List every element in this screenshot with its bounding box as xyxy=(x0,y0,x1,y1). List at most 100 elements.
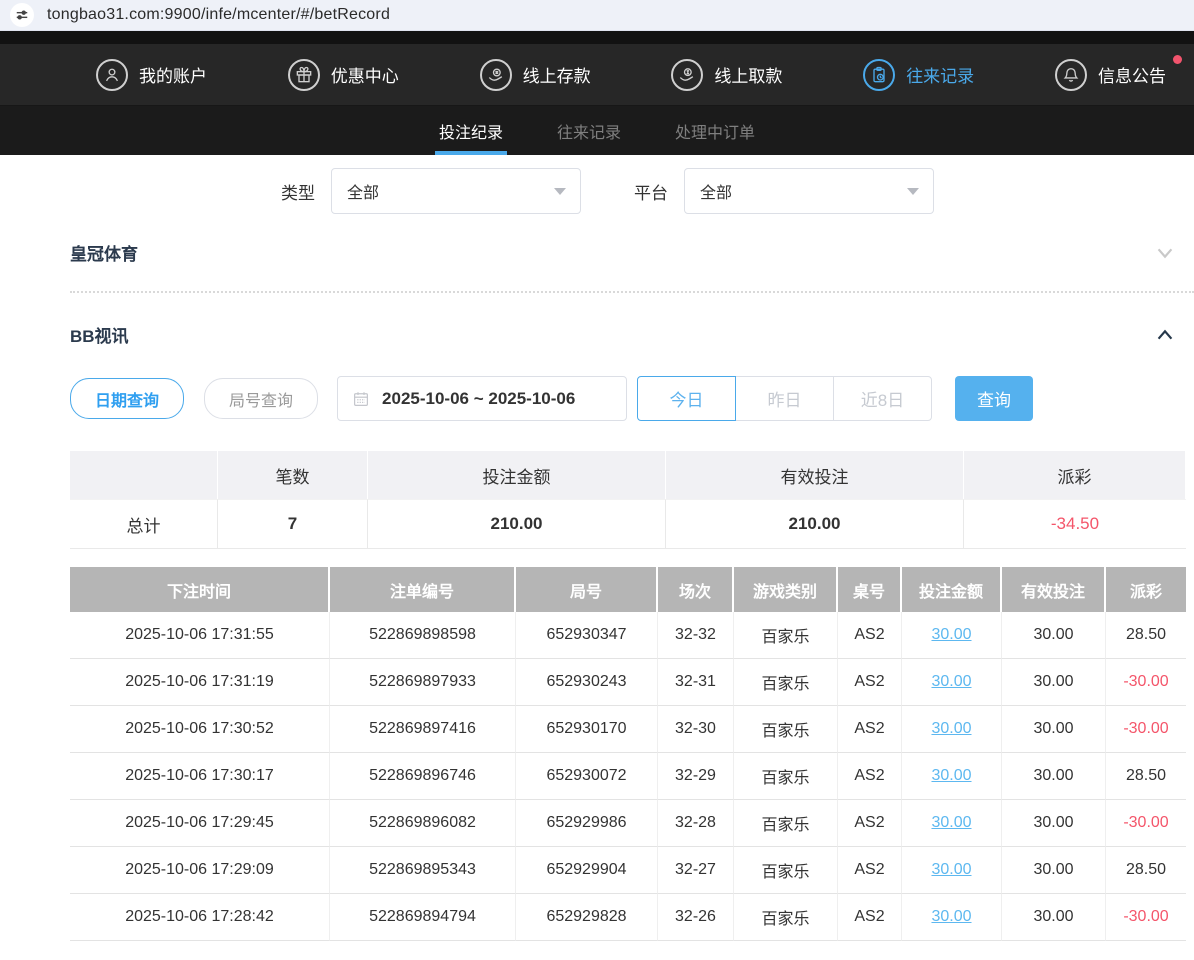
bet-amount-link[interactable]: 30.00 xyxy=(931,861,971,879)
payout-cell: -30.00 xyxy=(1106,659,1186,706)
bet-amount-cell[interactable]: 30.00 xyxy=(902,847,1002,894)
bet-id-cell: 522869897416 xyxy=(330,706,516,753)
header-session: 场次 xyxy=(658,567,734,612)
header-bet-time: 下注时间 xyxy=(70,567,330,612)
bet-amount-link[interactable]: 30.00 xyxy=(931,767,971,785)
bet-amount-link[interactable]: 30.00 xyxy=(931,908,971,926)
last-8-days-button[interactable]: 近8日 xyxy=(833,376,932,421)
table-no-cell: AS2 xyxy=(838,847,902,894)
bet-amount-link[interactable]: 30.00 xyxy=(931,626,971,644)
game-type-cell: 百家乐 xyxy=(734,612,838,659)
bet-time-cell: 2025-10-06 17:31:55 xyxy=(70,612,330,659)
browser-url-bar: tongbao31.com:9900/infe/mcenter/#/betRec… xyxy=(0,0,1194,31)
summary-count-value: 7 xyxy=(218,499,368,548)
nav-item-withdraw[interactable]: 线上取款 xyxy=(671,59,782,91)
session-cell: 32-32 xyxy=(658,612,734,659)
session-cell: 32-29 xyxy=(658,753,734,800)
session-cell: 32-30 xyxy=(658,706,734,753)
bet-amount-link[interactable]: 30.00 xyxy=(931,814,971,832)
yesterday-button[interactable]: 昨日 xyxy=(735,376,834,421)
record-tabs: 投注纪录 往来记录 处理中订单 xyxy=(0,106,1194,155)
table-row: 2025-10-06 17:30:17522869896746652930072… xyxy=(70,753,1186,800)
bet-id-cell: 522869896746 xyxy=(330,753,516,800)
nav-item-deposit[interactable]: 线上存款 xyxy=(480,59,591,91)
bet-amount-cell[interactable]: 30.00 xyxy=(902,659,1002,706)
platform-filter-label: 平台 xyxy=(634,179,668,204)
summary-valid-bet-value: 210.00 xyxy=(666,499,964,548)
session-cell: 32-27 xyxy=(658,847,734,894)
bet-id-cell: 522869894794 xyxy=(330,894,516,941)
bet-amount-cell[interactable]: 30.00 xyxy=(902,706,1002,753)
notification-badge-dot xyxy=(1173,55,1182,64)
tab-pending-orders[interactable]: 处理中订单 xyxy=(671,106,759,155)
bet-time-cell: 2025-10-06 17:29:09 xyxy=(70,847,330,894)
game-type-cell: 百家乐 xyxy=(734,847,838,894)
valid-bet-cell: 30.00 xyxy=(1002,612,1106,659)
game-type-cell: 百家乐 xyxy=(734,894,838,941)
bet-table-header: 下注时间 注单编号 局号 场次 游戏类别 桌号 投注金额 有效投注 派彩 xyxy=(70,567,1186,612)
bet-amount-cell[interactable]: 30.00 xyxy=(902,612,1002,659)
table-row: 2025-10-06 17:28:42522869894794652929828… xyxy=(70,894,1186,941)
bell-icon xyxy=(1055,59,1087,91)
date-range-input[interactable]: 2025-10-06 ~ 2025-10-06 xyxy=(337,376,627,421)
nav-item-my-account[interactable]: 我的账户 xyxy=(96,59,207,91)
bet-id-cell: 522869897933 xyxy=(330,659,516,706)
chevron-up-icon[interactable] xyxy=(1154,324,1176,346)
payout-cell: -30.00 xyxy=(1106,894,1186,941)
bet-time-cell: 2025-10-06 17:31:19 xyxy=(70,659,330,706)
header-bet-id: 注单编号 xyxy=(330,567,516,612)
tab-transaction-record[interactable]: 往来记录 xyxy=(553,106,625,155)
search-button[interactable]: 查询 xyxy=(955,376,1033,421)
summary-total-label: 总计 xyxy=(70,499,218,548)
withdraw-icon xyxy=(671,59,703,91)
nav-label: 线上取款 xyxy=(714,62,782,87)
table-no-cell: AS2 xyxy=(838,753,902,800)
summary-table: 笔数 投注金额 有效投注 派彩 总计 7 210.00 210.00 -34.5… xyxy=(70,451,1186,549)
type-select-value: 全部 xyxy=(347,179,379,203)
table-no-cell: AS2 xyxy=(838,706,902,753)
platform-select-value: 全部 xyxy=(700,179,732,203)
bet-amount-cell[interactable]: 30.00 xyxy=(902,753,1002,800)
game-type-cell: 百家乐 xyxy=(734,706,838,753)
bet-amount-link[interactable]: 30.00 xyxy=(931,673,971,691)
section-bb-live: BB视讯 xyxy=(70,322,1186,347)
main-navigation: 我的账户 优惠中心 线上存款 线上取款 往来记录 信息公告 xyxy=(0,44,1194,106)
tab-bet-record[interactable]: 投注纪录 xyxy=(435,106,507,155)
bet-time-cell: 2025-10-06 17:28:42 xyxy=(70,894,330,941)
bet-amount-cell[interactable]: 30.00 xyxy=(902,894,1002,941)
summary-header-bet-amount: 投注金额 xyxy=(368,451,666,499)
type-select[interactable]: 全部 xyxy=(331,168,581,214)
chevron-down-icon xyxy=(554,188,566,195)
header-round-id: 局号 xyxy=(516,567,658,612)
game-type-cell: 百家乐 xyxy=(734,753,838,800)
quick-range-group: 今日 昨日 近8日 xyxy=(637,376,932,421)
site-settings-icon[interactable] xyxy=(10,3,34,27)
round-id-cell: 652929828 xyxy=(516,894,658,941)
chevron-down-icon xyxy=(907,188,919,195)
payout-cell: 28.50 xyxy=(1106,847,1186,894)
bet-amount-cell[interactable]: 30.00 xyxy=(902,800,1002,847)
table-no-cell: AS2 xyxy=(838,659,902,706)
valid-bet-cell: 30.00 xyxy=(1002,894,1106,941)
summary-header-valid-bet: 有效投注 xyxy=(666,451,964,499)
valid-bet-cell: 30.00 xyxy=(1002,659,1106,706)
query-toolbar: 日期查询 局号查询 2025-10-06 ~ 2025-10-06 今日 昨日 … xyxy=(70,376,1186,421)
address-url[interactable]: tongbao31.com:9900/infe/mcenter/#/betRec… xyxy=(47,6,390,24)
main-content: 类型 全部 平台 全部 皇冠体育 BB视讯 日期查询 局号查询 2025-10-… xyxy=(0,168,1194,941)
today-button[interactable]: 今日 xyxy=(637,376,736,421)
date-query-button[interactable]: 日期查询 xyxy=(70,378,184,419)
nav-label: 优惠中心 xyxy=(331,62,399,87)
nav-item-announcements[interactable]: 信息公告 xyxy=(1055,59,1166,91)
valid-bet-cell: 30.00 xyxy=(1002,753,1106,800)
chevron-down-icon[interactable] xyxy=(1154,242,1176,264)
platform-select[interactable]: 全部 xyxy=(684,168,934,214)
round-query-button[interactable]: 局号查询 xyxy=(204,378,318,419)
nav-label: 我的账户 xyxy=(139,62,207,87)
round-id-cell: 652930072 xyxy=(516,753,658,800)
nav-item-promotions[interactable]: 优惠中心 xyxy=(288,59,399,91)
nav-item-transaction-records[interactable]: 往来记录 xyxy=(863,59,974,91)
bet-amount-link[interactable]: 30.00 xyxy=(931,720,971,738)
user-icon xyxy=(96,59,128,91)
session-cell: 32-26 xyxy=(658,894,734,941)
header-game-type: 游戏类别 xyxy=(734,567,838,612)
